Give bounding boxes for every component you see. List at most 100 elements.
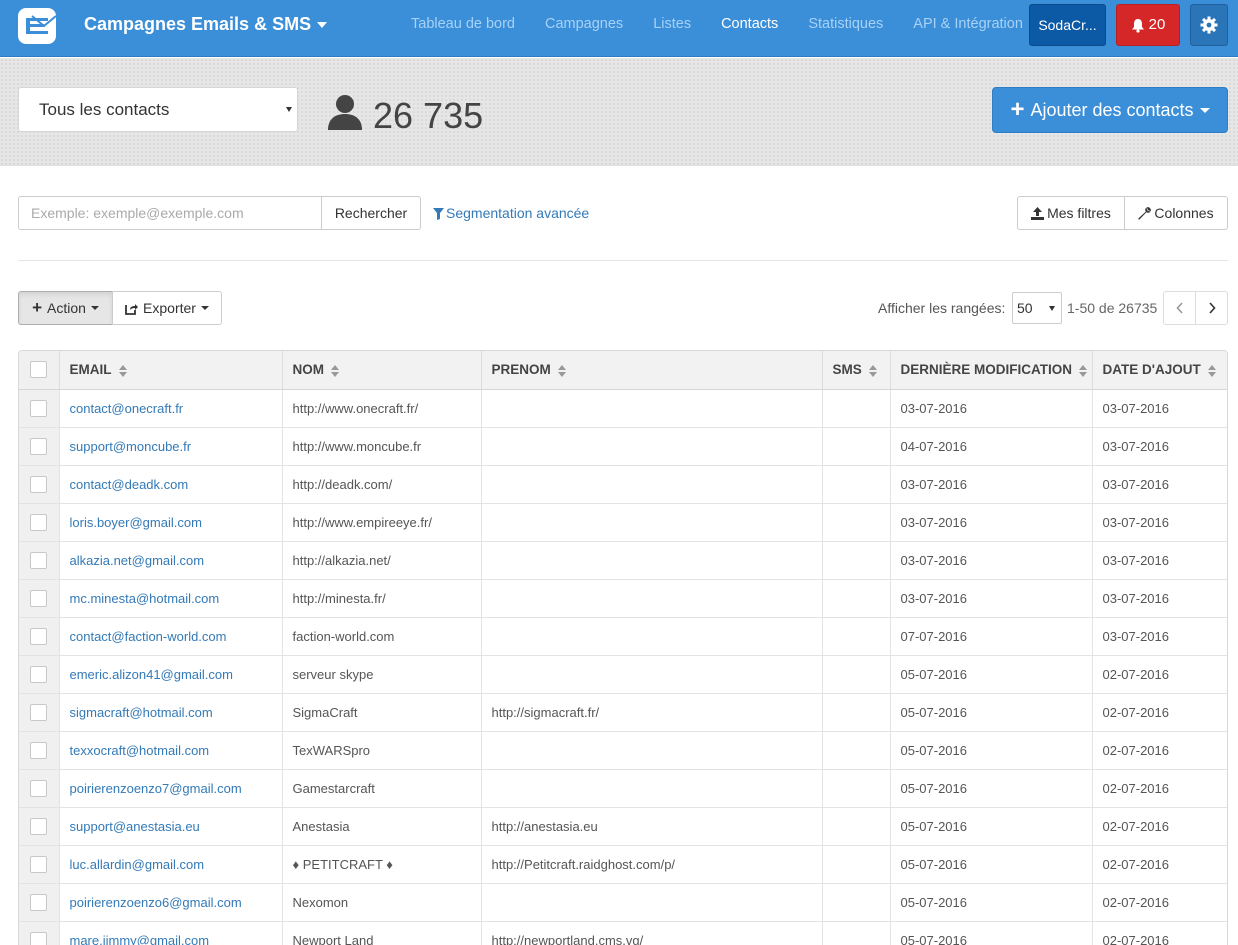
- cell-email[interactable]: texxocraft@hotmail.com: [59, 731, 283, 770]
- contact-list-select[interactable]: Tous les contacts: [18, 87, 298, 132]
- table-row[interactable]: contact@onecraft.fr http://www.onecraft.f…: [19, 389, 1227, 428]
- table-row[interactable]: loris.boyer@gmail.com http://www.empireey…: [19, 503, 1227, 542]
- cell-email[interactable]: mc.minesta@hotmail.com: [59, 579, 283, 618]
- table-row[interactable]: alkazia.net@gmail.com http://alkazia.net/…: [19, 541, 1227, 580]
- add-contacts-button[interactable]: + Ajouter des contacts: [992, 87, 1228, 133]
- cell-sms: [822, 655, 891, 694]
- cell-last-modified: 03-07-2016: [890, 579, 1093, 618]
- row-checkbox[interactable]: [30, 817, 48, 835]
- row-select-cell: [19, 693, 60, 732]
- cell-email[interactable]: support@anestasia.eu: [59, 807, 283, 846]
- nav-statistiques[interactable]: Statistiques: [793, 16, 898, 32]
- upload-icon: [1031, 206, 1045, 220]
- row-checkbox[interactable]: [30, 779, 48, 797]
- cell-nom: Anestasia: [282, 807, 482, 846]
- account-button[interactable]: SodaCr...: [1029, 4, 1106, 46]
- table-row[interactable]: poirierenzoenzo6@gmail.com Nexomon 05-07-2…: [19, 883, 1227, 922]
- nav-listes[interactable]: Listes: [638, 16, 706, 32]
- row-checkbox[interactable]: [30, 437, 48, 455]
- column-header-label: NOM: [292, 362, 325, 378]
- rows-per-page-value: 50: [1017, 300, 1033, 316]
- table-row[interactable]: mc.minesta@hotmail.com http://minesta.fr/…: [19, 579, 1227, 618]
- cell-email[interactable]: contact@deadk.com: [59, 465, 283, 504]
- app-title-dropdown[interactable]: Campagnes Emails & SMS: [84, 14, 328, 35]
- app-logo-icon[interactable]: [18, 8, 56, 44]
- row-checkbox[interactable]: [30, 893, 48, 911]
- cell-last-modified: 05-07-2016: [890, 807, 1093, 846]
- settings-button[interactable]: [1190, 4, 1228, 46]
- row-checkbox[interactable]: [30, 741, 48, 759]
- nav-campagnes[interactable]: Campagnes: [530, 16, 638, 32]
- column-header-date-added[interactable]: DATE D'AJOUT: [1092, 351, 1227, 390]
- select-all-checkbox[interactable]: [30, 361, 48, 379]
- select-all-cell: [19, 351, 60, 390]
- cell-email[interactable]: poirierenzoenzo6@gmail.com: [59, 883, 283, 922]
- previous-page-button[interactable]: [1163, 291, 1196, 325]
- row-select-cell: [19, 541, 60, 580]
- table-row[interactable]: contact@faction-world.com faction-world.c…: [19, 617, 1227, 656]
- column-header-sms[interactable]: SMS: [822, 351, 891, 390]
- row-checkbox[interactable]: [30, 513, 48, 531]
- cell-prenom: [481, 731, 823, 770]
- cell-date-added: 03-07-2016: [1092, 579, 1227, 618]
- export-dropdown-button[interactable]: Exporter: [112, 291, 222, 325]
- cell-nom: http://alkazia.net/: [282, 541, 482, 580]
- search-input[interactable]: [18, 196, 322, 230]
- row-checkbox[interactable]: [30, 931, 48, 945]
- row-checkbox[interactable]: [30, 475, 48, 493]
- sort-icon: [1079, 364, 1087, 377]
- search-button[interactable]: Rechercher: [321, 196, 421, 230]
- row-select-cell: [19, 579, 60, 618]
- cell-prenom: http://Petitcraft.raidghost.com/p/: [481, 845, 823, 884]
- row-checkbox[interactable]: [30, 551, 48, 569]
- my-filters-button[interactable]: Mes filtres: [1017, 196, 1125, 230]
- cell-email[interactable]: support@moncube.fr: [59, 427, 283, 466]
- cell-email[interactable]: poirierenzoenzo7@gmail.com: [59, 769, 283, 808]
- cell-prenom: [481, 655, 823, 694]
- advanced-segmentation-label: Segmentation avancée: [446, 205, 590, 221]
- table-row[interactable]: support@anestasia.eu Anestasia http://anes…: [19, 807, 1227, 846]
- next-page-button[interactable]: [1195, 291, 1228, 325]
- cell-email[interactable]: contact@faction-world.com: [59, 617, 283, 656]
- nav-contacts[interactable]: Contacts: [706, 16, 793, 32]
- action-dropdown-button[interactable]: + Action: [18, 291, 113, 325]
- cell-email[interactable]: sigmacraft@hotmail.com: [59, 693, 283, 732]
- table-row[interactable]: sigmacraft@hotmail.com SigmaCraft http://s…: [19, 693, 1227, 732]
- column-header-label: DERNIÈRE MODIFICATION: [900, 362, 1073, 378]
- row-checkbox[interactable]: [30, 665, 48, 683]
- cell-email[interactable]: contact@onecraft.fr: [59, 389, 283, 428]
- row-checkbox[interactable]: [30, 627, 48, 645]
- cell-email[interactable]: loris.boyer@gmail.com: [59, 503, 283, 542]
- column-header-nom[interactable]: NOM: [282, 351, 482, 390]
- row-checkbox[interactable]: [30, 399, 48, 417]
- cell-sms: [822, 731, 891, 770]
- sort-icon: [1207, 364, 1216, 377]
- column-header-email[interactable]: EMAIL: [59, 351, 283, 390]
- nav-tableau-de-bord[interactable]: Tableau de bord: [396, 16, 530, 32]
- table-row[interactable]: poirierenzoenzo7@gmail.com Gamestarcraft 0…: [19, 769, 1227, 808]
- row-select-cell: [19, 655, 60, 694]
- row-checkbox[interactable]: [30, 703, 48, 721]
- table-row[interactable]: mare.jimmy@gmail.com Newport Land http://n…: [19, 921, 1227, 945]
- cell-email[interactable]: emeric.alizon41@gmail.com: [59, 655, 283, 694]
- table-row[interactable]: emeric.alizon41@gmail.com serveur skype 05…: [19, 655, 1227, 694]
- column-header-prenom[interactable]: PRENOM: [481, 351, 823, 390]
- cell-date-added: 02-07-2016: [1092, 883, 1227, 922]
- columns-button[interactable]: Colonnes: [1124, 196, 1228, 230]
- nav-api-integration[interactable]: API & Intégration: [898, 16, 1038, 32]
- notifications-button[interactable]: 20: [1116, 4, 1180, 46]
- rows-per-page-select[interactable]: 50: [1012, 292, 1062, 324]
- table-row[interactable]: luc.allardin@gmail.com ♦ PETITCRAFT ♦ http…: [19, 845, 1227, 884]
- table-row[interactable]: texxocraft@hotmail.com TexWARSpro 05-07-20…: [19, 731, 1227, 770]
- row-checkbox[interactable]: [30, 855, 48, 873]
- row-checkbox[interactable]: [30, 589, 48, 607]
- select-arrow-icon: [1049, 306, 1055, 311]
- cell-email[interactable]: alkazia.net@gmail.com: [59, 541, 283, 580]
- table-row[interactable]: support@moncube.fr http://www.moncube.fr 0…: [19, 427, 1227, 466]
- cell-email[interactable]: luc.allardin@gmail.com: [59, 845, 283, 884]
- table-row[interactable]: contact@deadk.com http://deadk.com/03-07-…: [19, 465, 1227, 504]
- cell-email[interactable]: mare.jimmy@gmail.com: [59, 921, 283, 945]
- advanced-segmentation-link[interactable]: Segmentation avancée: [433, 205, 589, 221]
- cell-last-modified: 05-07-2016: [890, 769, 1093, 808]
- column-header-last-modified[interactable]: DERNIÈRE MODIFICATION: [890, 351, 1093, 390]
